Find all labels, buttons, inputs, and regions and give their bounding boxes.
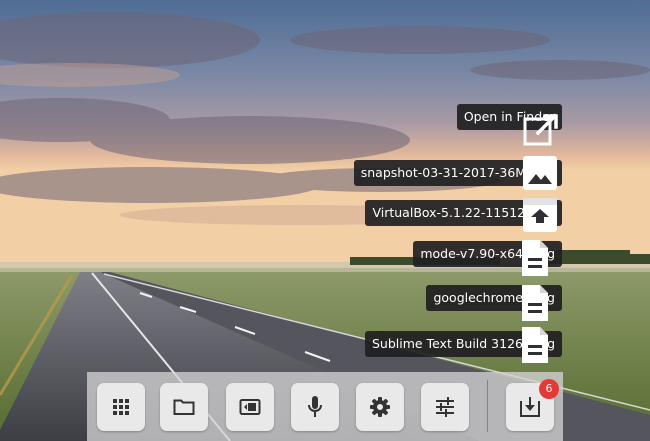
file-icon[interactable] [520, 238, 559, 278]
settings-button[interactable] [356, 383, 404, 431]
gear-icon [369, 396, 391, 418]
archive-icon[interactable] [522, 196, 559, 234]
image-icon[interactable] [522, 154, 559, 192]
microphone-button[interactable] [291, 383, 339, 431]
shelf: 6 [87, 372, 563, 441]
shelf-divider [487, 380, 488, 432]
screen-button[interactable] [226, 383, 274, 431]
download-icon [519, 396, 541, 418]
downloads-count-badge: 6 [539, 379, 559, 399]
files-button[interactable] [160, 383, 208, 431]
screen-icon [239, 398, 261, 416]
open-external-icon[interactable] [521, 113, 559, 149]
apps-grid-icon [111, 397, 131, 417]
adjustments-button[interactable] [421, 383, 469, 431]
file-icon[interactable] [520, 283, 559, 323]
app-launcher-button[interactable] [97, 383, 145, 431]
file-icon[interactable] [520, 325, 559, 365]
sliders-icon [434, 397, 456, 417]
microphone-icon [307, 395, 323, 419]
folder-icon [173, 398, 195, 416]
